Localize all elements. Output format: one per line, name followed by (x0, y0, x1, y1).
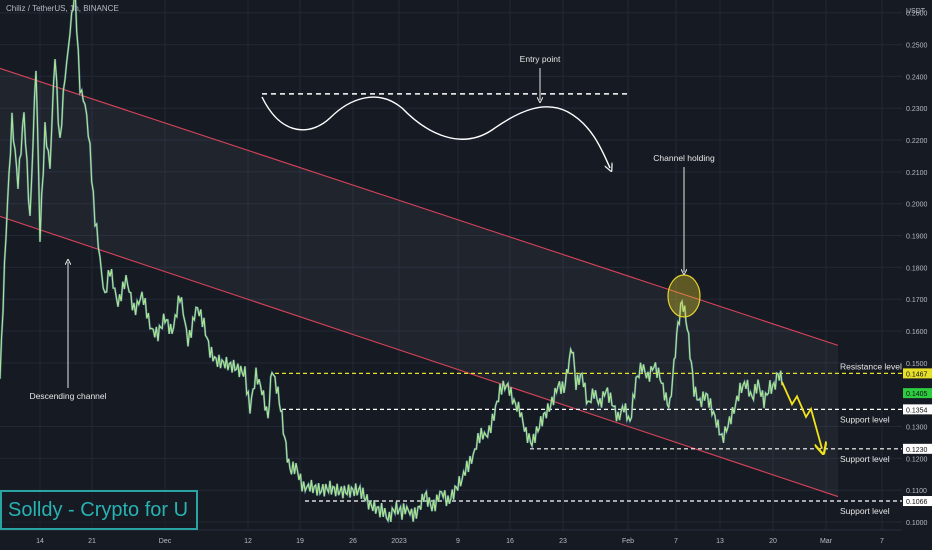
y-tick-label: 0.2500 (906, 43, 928, 50)
x-tick-label: 23 (559, 538, 567, 545)
y-tick-label: 0.1000 (906, 520, 928, 527)
x-tick-label: 26 (349, 538, 357, 545)
x-tick-label: 21 (88, 538, 96, 545)
y-tick-label: 0.2300 (906, 106, 928, 113)
x-tick-label: 7 (880, 538, 884, 545)
x-tick-label: Mar (820, 538, 833, 545)
current-price-value: 0.1405 (906, 391, 928, 398)
descending-channel-label: Descending channel (29, 391, 106, 401)
brand-watermark: Solldy - Crypto for U (0, 490, 198, 530)
y-tick-label: 0.2400 (906, 74, 928, 81)
y-tick-label: 0.1200 (906, 456, 928, 463)
level-label: Support level (840, 506, 890, 516)
x-tick-label: 20 (769, 538, 777, 545)
x-tick-label: 13 (716, 538, 724, 545)
y-tick-label: 0.1500 (906, 361, 928, 368)
y-tick-label: 0.2200 (906, 138, 928, 145)
level-label: Support level (840, 454, 890, 464)
level-badge-value: 0.1354 (906, 407, 928, 414)
y-tick-label: 0.2000 (906, 202, 928, 209)
symbol-header: Chiliz / TetherUS, 1h, BINANCE (6, 4, 119, 13)
y-tick-label: 0.1900 (906, 234, 928, 241)
y-tick-label: 0.1600 (906, 329, 928, 336)
x-tick-label: 16 (506, 538, 514, 545)
y-tick-label: 0.1700 (906, 297, 928, 304)
channel-touch-highlight (667, 274, 701, 318)
x-tick-label: 12 (244, 538, 252, 545)
channel-holding-label: Channel holding (653, 153, 715, 163)
level-badge-value: 0.1467 (906, 371, 928, 378)
x-tick-label: 14 (36, 538, 44, 545)
y-tick-label: 0.1100 (906, 488, 927, 495)
level-badge-value: 0.1066 (906, 499, 928, 506)
level-label: Support level (840, 414, 890, 424)
x-tick-label: Feb (622, 538, 634, 545)
y-tick-label: 0.1300 (906, 425, 928, 432)
y-tick-label: 0.2100 (906, 170, 928, 177)
x-tick-label: Dec (159, 538, 172, 545)
x-tick-label: 9 (456, 538, 460, 545)
x-tick-label: 7 (674, 538, 678, 545)
y-tick-label: 0.2600 (906, 11, 928, 18)
level-badge-value: 0.1230 (906, 447, 928, 454)
level-label: Resistance level (840, 361, 902, 371)
y-tick-label: 0.1800 (906, 265, 928, 272)
x-tick-label: 2023 (391, 538, 407, 545)
price-chart[interactable]: Resistance level 0.1467 Support level 0.135… (0, 0, 932, 550)
entry-point-label: Entry point (520, 54, 561, 64)
x-tick-label: 19 (296, 538, 304, 545)
